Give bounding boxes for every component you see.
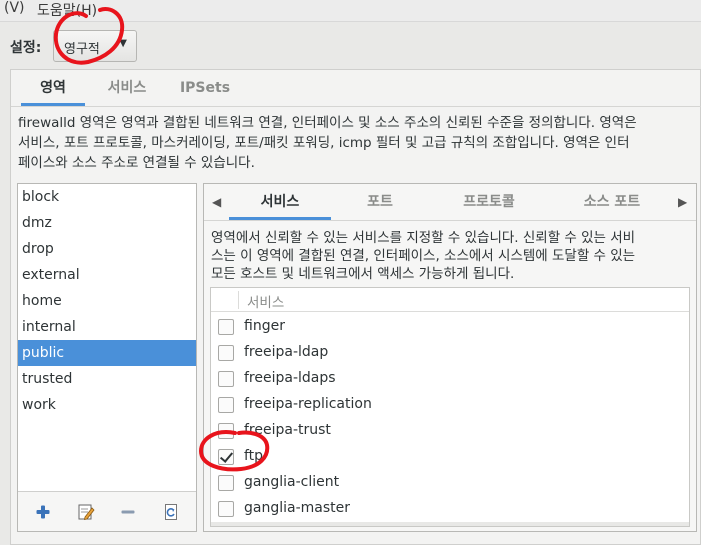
- table-row: ganglia-client: [211, 470, 689, 496]
- configuration-combo[interactable]: 영구적 ▼: [53, 30, 137, 62]
- subtab-ports[interactable]: 포트: [344, 184, 416, 220]
- service-checkbox[interactable]: [218, 475, 234, 491]
- service-name: ftp: [244, 448, 264, 464]
- service-name: ganglia-client: [244, 474, 340, 490]
- service-checkbox[interactable]: [218, 397, 234, 413]
- menubar: (V) 도움말(H): [0, 0, 701, 22]
- scroll-left-icon[interactable]: ◀: [212, 195, 221, 209]
- column-divider: [238, 291, 239, 309]
- chevron-down-icon: ▼: [119, 38, 127, 49]
- zone-item-public[interactable]: public: [18, 340, 196, 366]
- zone-item-drop[interactable]: drop: [18, 236, 196, 262]
- subtab-services[interactable]: 서비스: [229, 184, 331, 220]
- service-name: freeipa-ldaps: [244, 370, 336, 386]
- main-tabs: 영역 서비스 IPSets: [21, 70, 701, 107]
- add-icon[interactable]: [34, 503, 52, 521]
- service-checkbox[interactable]: [218, 501, 234, 517]
- service-name: ganglia-master: [244, 500, 351, 516]
- zone-item-dmz[interactable]: dmz: [18, 210, 196, 236]
- zones-toolbar: [18, 493, 196, 531]
- service-name: freeipa-replication: [244, 396, 372, 412]
- services-description-line: 스는 이 영역에 결합된 연결, 인터페이스, 소스에서 시스템에 도달할 수 …: [211, 248, 636, 264]
- service-checkbox-checked[interactable]: [218, 449, 234, 465]
- reload-icon[interactable]: [163, 503, 181, 521]
- description-line: 페이스와 소스 주소로 연결될 수 있습니다.: [18, 155, 255, 171]
- service-name: finger: [244, 318, 285, 334]
- menu-help[interactable]: 도움말(H): [37, 0, 97, 20]
- scroll-right-icon[interactable]: ▶: [678, 195, 687, 209]
- subtab-protocols[interactable]: 프로토콜: [444, 184, 534, 220]
- table-row: freeipa-trust: [211, 418, 689, 444]
- zone-item-work[interactable]: work: [18, 392, 196, 418]
- zone-item-block[interactable]: block: [18, 184, 196, 210]
- description-line: firewalld 영역은 영역과 결합된 네트워크 연결, 인터페이스 및 소…: [18, 115, 637, 131]
- configuration-value: 영구적: [64, 42, 100, 57]
- horizontal-scrollbar[interactable]: [211, 522, 689, 526]
- zone-item-external[interactable]: external: [18, 262, 196, 288]
- tabs-divider: [11, 106, 701, 107]
- services-description: 영역에서 신뢰할 수 있는 서비스를 지정할 수 있습니다. 신뢰할 수 있는 …: [211, 229, 691, 283]
- zones-panel: block dmz drop external home internal pu…: [17, 183, 197, 532]
- service-checkbox[interactable]: [218, 371, 234, 387]
- services-column-header[interactable]: 서비스: [247, 291, 284, 311]
- menu-view[interactable]: (V): [4, 0, 25, 16]
- description-line: 서비스, 포트 프로토콜, 마스커레이딩, 포트/패킷 포워딩, icmp 필터…: [18, 135, 630, 151]
- table-row: freeipa-replication: [211, 392, 689, 418]
- service-name: freeipa-ldap: [244, 344, 329, 360]
- zones-list: block dmz drop external home internal pu…: [18, 184, 196, 492]
- service-name: freeipa-trust: [244, 422, 331, 438]
- table-row: freeipa-ldap: [211, 340, 689, 366]
- zone-item-trusted[interactable]: trusted: [18, 366, 196, 392]
- services-panel: ◀ 서비스 포트 프로토콜 소스 포트 ▶ 영역에서 신뢰할 수 있는 서비스를…: [203, 183, 697, 532]
- service-checkbox[interactable]: [218, 319, 234, 335]
- tab-services[interactable]: 서비스: [93, 70, 161, 106]
- zone-item-home[interactable]: home: [18, 288, 196, 314]
- services-table: 서비스 finger freeipa-ldap freeipa-ldaps fr…: [210, 287, 690, 527]
- services-description-line: 영역에서 신뢰할 수 있는 서비스를 지정할 수 있습니다. 신뢰할 수 있는 …: [211, 230, 636, 246]
- service-checkbox[interactable]: [218, 423, 234, 439]
- subtab-source-ports[interactable]: 소스 포트: [566, 184, 658, 220]
- table-row: finger: [211, 314, 689, 340]
- configuration-label: 설정:: [10, 40, 42, 56]
- table-row: ganglia-master: [211, 496, 689, 522]
- table-row: freeipa-ldaps: [211, 366, 689, 392]
- services-table-header: 서비스: [211, 288, 689, 312]
- tab-zones[interactable]: 영역: [21, 70, 85, 106]
- sub-tabs: ◀ 서비스 포트 프로토콜 소스 포트 ▶: [204, 184, 696, 221]
- remove-icon[interactable]: [119, 503, 137, 521]
- zone-item-internal[interactable]: internal: [18, 314, 196, 340]
- tab-ipsets[interactable]: IPSets: [171, 70, 239, 106]
- table-row: ftp: [211, 444, 689, 470]
- service-checkbox[interactable]: [218, 345, 234, 361]
- zone-description: firewalld 영역은 영역과 결합된 네트워크 연결, 인터페이스 및 소…: [18, 113, 696, 173]
- edit-icon[interactable]: [77, 503, 95, 521]
- services-description-line: 모든 호스트 및 네트워크에서 액세스 가능하게 됩니다.: [211, 266, 515, 282]
